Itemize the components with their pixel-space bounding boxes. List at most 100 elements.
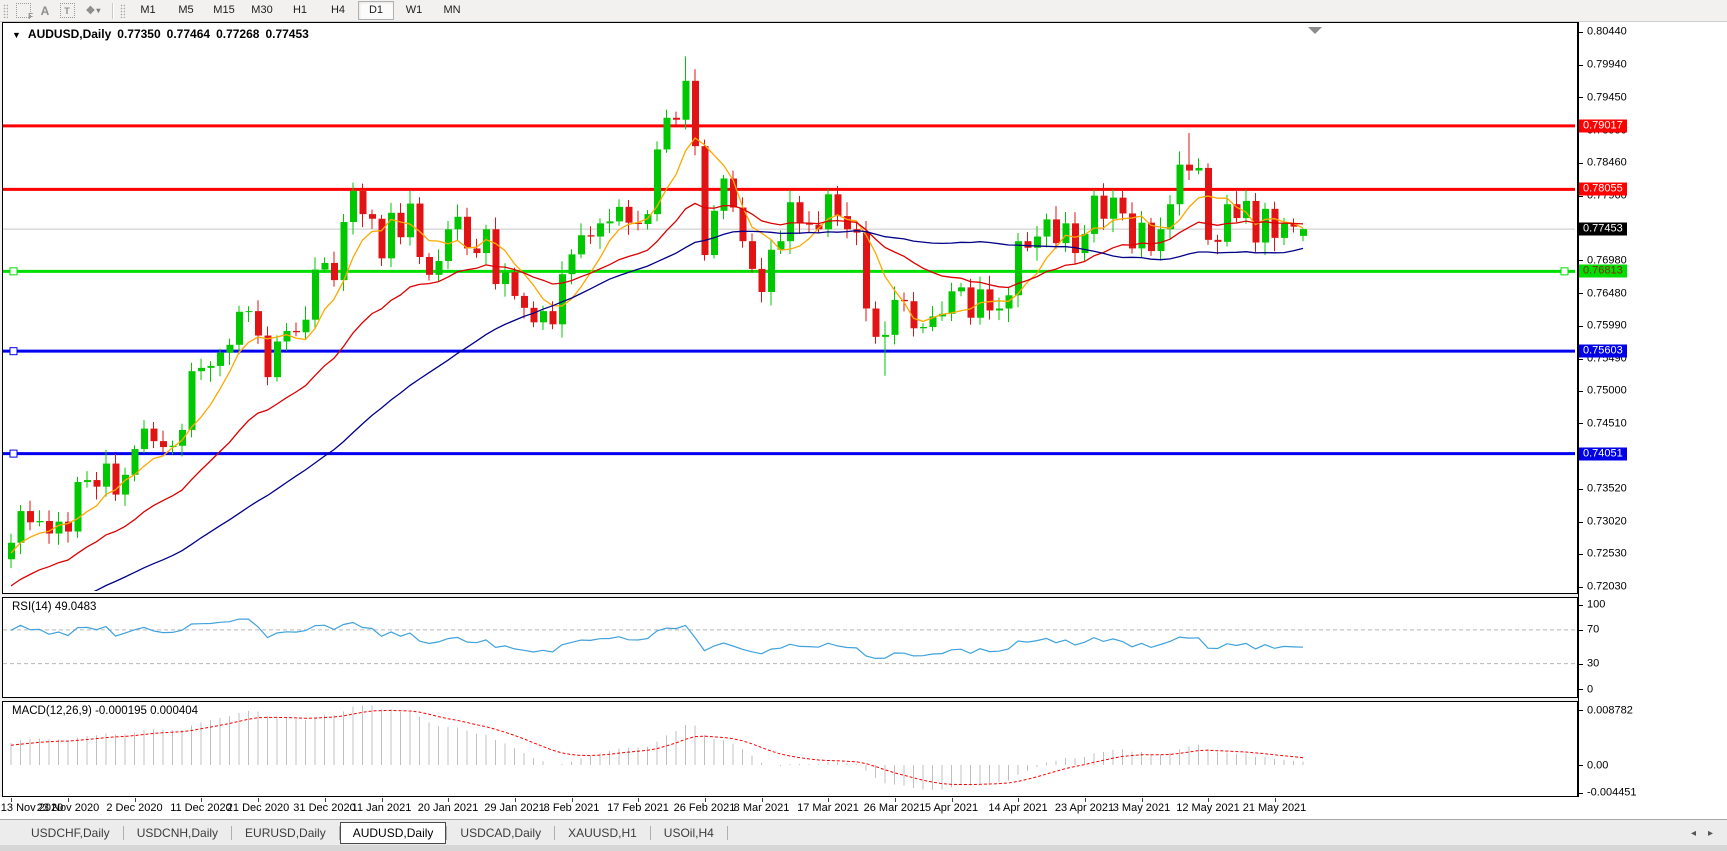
price-tick-label: 0.72530: [1587, 547, 1627, 560]
chart-tab-USOil-H4[interactable]: USOil,H4: [651, 822, 727, 844]
date-tick-label: 8 Mar 2021: [733, 802, 790, 814]
date-tick-label: 29 Jan 2021: [484, 802, 545, 814]
axis-tick-mark: [1578, 423, 1583, 425]
toolbar-separator: [112, 2, 113, 19]
timeframe-button-H1[interactable]: H1: [282, 1, 318, 20]
fibonacci-tool-button[interactable]: F: [12, 2, 34, 21]
axis-tick-mark: [1578, 260, 1583, 262]
date-tick-label: 5 Apr 2021: [924, 802, 979, 814]
tab-scroll-left-icon[interactable]: ◂: [1691, 828, 1696, 839]
candlestick-chart[interactable]: [3, 23, 1575, 625]
axis-tick-mark: [1578, 31, 1583, 33]
level-handle[interactable]: [1560, 267, 1569, 276]
rsi-indicator-pane[interactable]: RSI(14) 49.0483: [2, 597, 1578, 698]
level-price-label-0.74051: 0.74051: [1579, 447, 1627, 461]
axis-tick-mark: [1578, 325, 1583, 327]
axis-tick-mark: [1578, 765, 1583, 766]
price-tick-label: 0.73520: [1587, 482, 1627, 495]
timeframe-button-D1[interactable]: D1: [358, 1, 394, 20]
axis-tick-mark: [1578, 586, 1583, 588]
price-chart-pane[interactable]: ▼ AUDUSD,Daily 0.77350 0.77464 0.77268 0.7745…: [2, 22, 1578, 625]
ohlc-open: 0.77350: [117, 27, 161, 41]
tab-scroll-right-icon[interactable]: ▸: [1708, 828, 1713, 839]
toolbar-grip-2[interactable]: [120, 3, 125, 18]
date-tick-label: 21 Dec 2020: [226, 802, 290, 814]
collapse-chart-icon[interactable]: ▼: [12, 30, 21, 40]
macd-tick-label: 0.00: [1587, 759, 1609, 771]
axis-tick-mark: [1578, 162, 1583, 164]
macd-chart: [10, 705, 1304, 790]
ohlc-low: 0.77268: [216, 27, 260, 41]
chart-tab-USDCHF-Daily[interactable]: USDCHF,Daily: [18, 822, 123, 844]
chart-shift-marker[interactable]: [1308, 27, 1322, 34]
level-handle[interactable]: [9, 267, 18, 276]
macd-tick-label: -0.004451: [1587, 786, 1637, 799]
top-toolbar: F A T ❖ ▾ M1 M5 M15 M30 H1 H4 D1 W1 MN: [0, 0, 1727, 22]
price-tick-label: 0.75000: [1587, 384, 1627, 397]
axis-tick-mark: [1578, 604, 1583, 606]
timeframe-button-MN[interactable]: MN: [434, 1, 470, 20]
ohlc-close: 0.77453: [265, 27, 309, 41]
axis-tick-mark: [1578, 689, 1583, 690]
price-tick-label: 0.80440: [1587, 25, 1627, 38]
date-tick-label: 26 Feb 2021: [673, 802, 736, 814]
macd-label: MACD(12,26,9) -0.000195 0.000404: [12, 705, 199, 717]
text-label-tool-button[interactable]: T: [56, 2, 78, 20]
level-price-label-0.76813: 0.76813: [1579, 264, 1627, 278]
moving-average-slow: [10, 229, 1304, 625]
toolbar-grip[interactable]: [3, 3, 8, 18]
arrange-arrows-icon: ❖: [85, 5, 96, 17]
level-handle[interactable]: [9, 449, 18, 458]
timeframe-toolbar: M1 M5 M15 M30 H1 H4 D1 W1 MN: [129, 1, 471, 20]
chart-tab-bar: USDCHF,Daily USDCNH,Daily EURUSD,Daily AUDU…: [0, 819, 1727, 845]
rsi-tick-label: 100: [1587, 598, 1606, 611]
arrange-arrows-tool-button[interactable]: ❖ ▾: [78, 2, 108, 20]
date-tick-label: 17 Feb 2021: [607, 802, 669, 814]
date-tick-label: 17 Mar 2021: [797, 802, 859, 814]
macd-indicator-pane[interactable]: MACD(12,26,9) -0.000195 0.000404: [2, 701, 1578, 797]
price-tick-label: 0.78460: [1587, 156, 1627, 169]
date-tick-label: 3 May 2021: [1112, 802, 1171, 814]
chart-tab-XAUUSD-H1[interactable]: XAUUSD,H1: [555, 822, 650, 844]
price-tick-label: 0.73020: [1587, 515, 1627, 528]
date-tick-label: 8 Feb 2021: [543, 802, 600, 814]
chart-tab-USDCNH-Daily[interactable]: USDCNH,Daily: [124, 822, 231, 844]
text-annotation-icon: A: [40, 3, 50, 18]
rsi-tick-label: 70: [1587, 623, 1600, 636]
chart-title: ▼ AUDUSD,Daily 0.77350 0.77464 0.77268 0.7745…: [12, 27, 315, 41]
price-tick-label: 0.72030: [1587, 580, 1627, 593]
axis-tick-mark: [1578, 629, 1583, 631]
level-price-label-0.78055: 0.78055: [1579, 182, 1627, 196]
timeframe-button-M15[interactable]: M15: [206, 1, 242, 20]
rsi-line: [10, 618, 1304, 660]
axis-tick-mark: [1578, 358, 1583, 360]
timeframe-button-M30[interactable]: M30: [244, 1, 280, 20]
bottom-strip: [0, 845, 1727, 851]
text-annotation-tool-button[interactable]: A: [34, 2, 56, 20]
chart-tab-AUDUSD-Daily[interactable]: AUDUSD,Daily: [339, 821, 447, 844]
ohlc-high: 0.77464: [166, 27, 211, 41]
timeframe-button-M1[interactable]: M1: [130, 1, 166, 20]
price-tick-label: 0.75990: [1587, 319, 1627, 332]
date-tick-label: 12 May 2021: [1176, 802, 1240, 814]
axis-tick-mark: [1578, 710, 1583, 711]
date-tick-label: 23 Apr 2021: [1054, 802, 1115, 814]
price-tick-label: 0.76480: [1587, 287, 1627, 300]
timeframe-button-M5[interactable]: M5: [168, 1, 204, 20]
rsi-tick-label: 30: [1587, 657, 1600, 670]
level-handle[interactable]: [9, 347, 18, 356]
date-tick-label: 26 Mar 2021: [863, 802, 926, 814]
date-tick-label: 31 Dec 2020: [293, 802, 356, 814]
level-price-label-0.75603: 0.75603: [1579, 344, 1627, 358]
chart-tab-EURUSD-Daily[interactable]: EURUSD,Daily: [232, 822, 339, 844]
timeframe-button-W1[interactable]: W1: [396, 1, 432, 20]
timeframe-button-H4[interactable]: H4: [320, 1, 356, 20]
axis-tick-mark: [1578, 64, 1583, 66]
axis-tick-mark: [1578, 97, 1583, 99]
axis-tick-mark: [1578, 390, 1583, 392]
chart-tab-USDCAD-Daily[interactable]: USDCAD,Daily: [447, 822, 554, 844]
axis-tick-mark: [1578, 553, 1583, 555]
chevron-down-icon: ▾: [96, 6, 101, 15]
date-tick-label: 11 Jan 2021: [351, 802, 412, 814]
text-label-icon: T: [59, 3, 75, 18]
